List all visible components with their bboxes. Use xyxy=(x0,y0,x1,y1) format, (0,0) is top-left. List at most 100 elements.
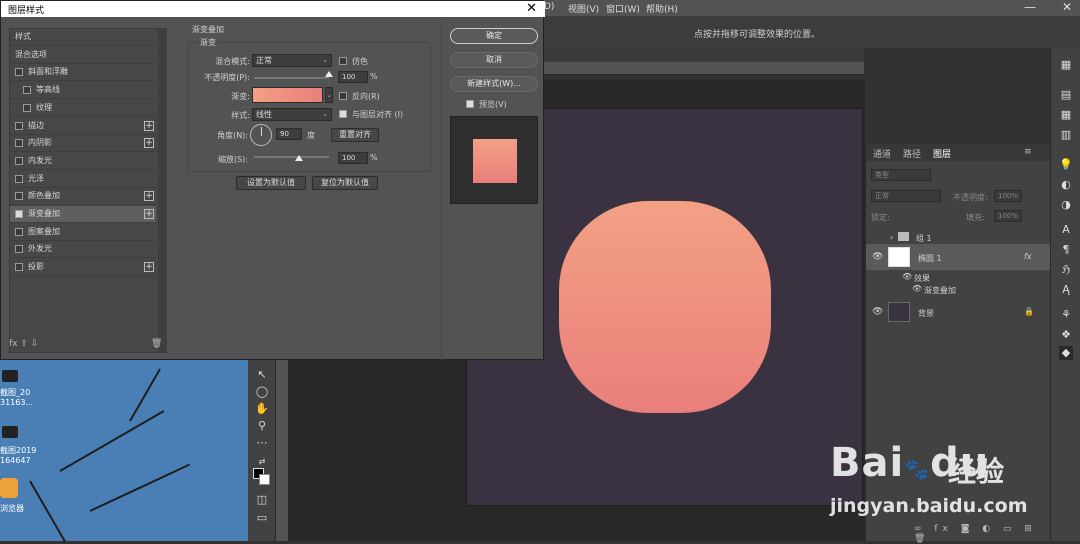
tab-layers[interactable]: 图层 xyxy=(933,147,951,160)
swatches-icon[interactable]: ▦ xyxy=(1059,108,1073,122)
angle-dial[interactable] xyxy=(250,124,272,146)
add-effect-icon[interactable]: + xyxy=(144,191,154,202)
libraries-icon[interactable]: ⚘ xyxy=(1059,308,1073,322)
hand-tool-icon[interactable]: ✋ xyxy=(254,402,270,416)
style-list-item[interactable]: 样式 xyxy=(10,29,156,46)
browser-icon[interactable] xyxy=(0,478,18,498)
add-effect-icon[interactable]: + xyxy=(144,120,154,131)
visibility-eye-icon[interactable]: 👁 xyxy=(912,284,922,293)
angle-input[interactable]: 90 xyxy=(276,128,302,140)
new-style-button[interactable]: 新建样式(W)... xyxy=(450,76,538,92)
style-list-item[interactable]: 内阴影 + xyxy=(10,135,156,153)
learn-icon[interactable]: 💡 xyxy=(1059,158,1073,172)
desktop-icon-image[interactable] xyxy=(2,426,18,438)
style-list-item[interactable]: 光泽 xyxy=(10,171,156,188)
effects-row[interactable]: 👁 效果 xyxy=(866,272,1051,284)
menu-item-window[interactable]: 窗口(W) xyxy=(606,2,640,15)
desktop-icon-image[interactable] xyxy=(2,370,18,382)
fx-actions[interactable]: fx ⇧ ⇩ xyxy=(9,339,38,349)
gradient-dropdown-icon[interactable]: ⌄ xyxy=(325,87,333,103)
scale-slider[interactable] xyxy=(254,156,329,158)
style-list-item[interactable]: 纹理 xyxy=(10,100,156,117)
ellipse-shape[interactable] xyxy=(559,201,771,413)
opacity-slider[interactable] xyxy=(254,77,329,79)
screen-mode-icon[interactable]: ▭ xyxy=(254,511,270,525)
quick-mask-icon[interactable]: ◫ xyxy=(254,493,270,507)
style-enable-checkbox[interactable] xyxy=(15,245,23,254)
layer-blend-select[interactable]: 正常 xyxy=(871,190,941,202)
character-icon[interactable]: A xyxy=(1059,223,1073,237)
set-default-button[interactable]: 设置为默认值 xyxy=(236,176,306,190)
scale-input[interactable]: 100 xyxy=(338,152,368,164)
style-enable-checkbox[interactable] xyxy=(15,68,23,77)
style-enable-checkbox[interactable] xyxy=(15,156,23,165)
menu-item-view[interactable]: 视图(V) xyxy=(568,2,599,15)
minimize-icon[interactable]: — xyxy=(1024,0,1036,14)
layer-row-background[interactable]: 👁 背景 🔒 xyxy=(866,300,1051,324)
add-effect-icon[interactable]: + xyxy=(144,209,154,219)
style-list-item[interactable]: 等高线 xyxy=(10,82,156,100)
opacity-input[interactable]: 100 xyxy=(338,71,368,83)
panel-menu-icon[interactable]: ≡ xyxy=(1024,147,1032,157)
close-app-icon[interactable]: ✕ xyxy=(1062,0,1072,14)
layer-filter-select[interactable]: 类型 xyxy=(871,169,931,181)
background-color-swatch[interactable] xyxy=(259,474,270,485)
visibility-eye-icon[interactable]: 👁 xyxy=(872,252,883,262)
style-enable-checkbox[interactable] xyxy=(15,192,23,201)
desktop-icon-label[interactable]: 截图_20 31163... xyxy=(0,388,33,408)
visibility-eye-icon[interactable]: 👁 xyxy=(872,307,883,317)
align-with-layer-checkbox[interactable] xyxy=(339,110,347,118)
color-icon[interactable]: ▤ xyxy=(1059,88,1073,102)
style-list-item[interactable]: 混合选项 xyxy=(10,47,156,64)
tab-channels[interactable]: 通道 xyxy=(873,147,891,160)
reverse-checkbox[interactable] xyxy=(339,92,347,100)
desktop-icon-label[interactable]: 浏览器 xyxy=(0,504,24,514)
style-list-item[interactable]: 外发光 xyxy=(10,241,156,259)
reset-alignment-button[interactable]: 重置对齐 xyxy=(331,128,379,142)
scale-slider-knob[interactable] xyxy=(295,155,303,161)
more-tools-icon[interactable]: ⋯ xyxy=(254,436,270,450)
style-list-item[interactable]: 颜色叠加 + xyxy=(10,188,156,206)
add-effect-icon[interactable]: + xyxy=(144,138,154,149)
ellipse-tool-icon[interactable]: ◯ xyxy=(254,385,270,399)
add-effect-icon[interactable]: + xyxy=(144,262,154,273)
styles-icon[interactable]: ◑ xyxy=(1059,198,1073,212)
zoom-tool-icon[interactable]: ⚲ xyxy=(254,419,270,433)
glyphs-icon[interactable]: ℌ xyxy=(1059,263,1073,277)
cancel-button[interactable]: 取消 xyxy=(450,52,538,68)
style-list-item[interactable]: 描边 + xyxy=(10,118,156,135)
effect-item-row[interactable]: 👁 渐变叠加 xyxy=(866,284,1051,296)
opacity-slider-knob[interactable] xyxy=(325,71,333,77)
gradient-picker[interactable] xyxy=(252,87,323,103)
menu-item-help[interactable]: 帮助(H) xyxy=(646,2,678,15)
properties-icon[interactable]: ❖ xyxy=(1059,328,1073,342)
layers-icon[interactable]: ◆ xyxy=(1059,346,1073,360)
style-enable-checkbox[interactable] xyxy=(15,227,23,236)
menu-item[interactable]: D) xyxy=(544,2,554,12)
styles-list-scrollbar[interactable] xyxy=(158,29,167,352)
style-enable-checkbox[interactable] xyxy=(15,139,23,148)
style-enable-checkbox[interactable] xyxy=(23,86,31,95)
path-select-tool-icon[interactable]: ↖ xyxy=(254,368,270,382)
style-list-item[interactable]: 渐变叠加 + xyxy=(10,206,156,223)
brush-icon[interactable]: ▥ xyxy=(1059,128,1073,142)
history-icon[interactable]: ▦ xyxy=(1059,58,1073,72)
desktop-icon-label[interactable]: 截图2019 164647 xyxy=(0,446,36,466)
layer-row-ellipse[interactable]: 👁 椭圆 1 fx xyxy=(866,244,1051,270)
style-list-item[interactable]: 斜面和浮雕 xyxy=(10,64,156,82)
layer-opacity-field[interactable]: 100% xyxy=(994,190,1022,202)
reset-default-button[interactable]: 复位为默认值 xyxy=(312,176,378,190)
adjustments-icon[interactable]: ◐ xyxy=(1059,178,1073,192)
style-enable-checkbox[interactable] xyxy=(15,121,23,130)
fx-icon[interactable]: fx xyxy=(1024,252,1032,261)
style-list-item[interactable]: 投影 + xyxy=(10,259,156,277)
layer-fill-field[interactable]: 100% xyxy=(994,210,1022,222)
style-list-item[interactable]: 内发光 xyxy=(10,153,156,170)
style-enable-checkbox[interactable] xyxy=(15,174,23,183)
tab-paths[interactable]: 路径 xyxy=(903,147,921,160)
visibility-eye-icon[interactable]: 👁 xyxy=(902,272,912,281)
text-style-icon[interactable]: Ą xyxy=(1059,283,1073,297)
blend-mode-select[interactable]: 正常 ⌄ xyxy=(252,54,332,67)
close-icon[interactable]: ✕ xyxy=(526,1,537,16)
dither-checkbox[interactable] xyxy=(339,57,347,65)
